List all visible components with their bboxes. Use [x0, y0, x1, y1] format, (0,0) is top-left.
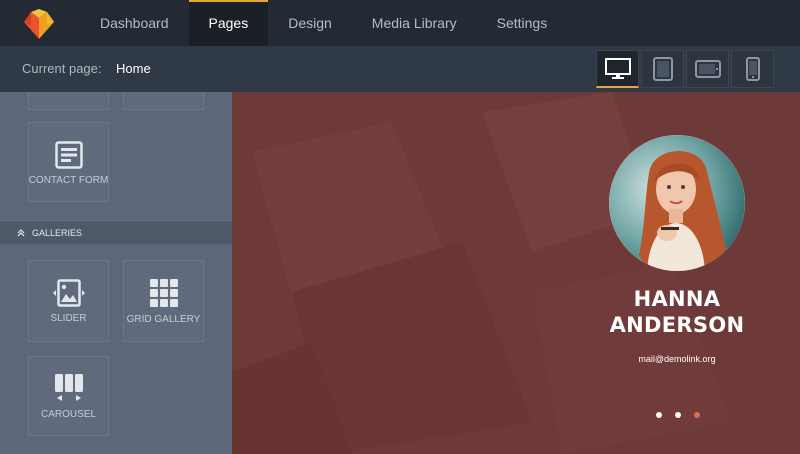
carousel-icon — [54, 374, 83, 401]
tablet-landscape-view-button[interactable] — [686, 50, 729, 88]
nav-settings[interactable]: Settings — [477, 0, 568, 46]
page-preview-canvas[interactable]: HANNA ANDERSON mail@demolink.org — [232, 92, 800, 454]
current-page-label: Current page: — [22, 61, 102, 76]
tablet-view-button[interactable] — [641, 50, 684, 88]
app-logo-icon[interactable] — [22, 8, 56, 40]
block-tile[interactable] — [28, 92, 109, 110]
contact-form-icon — [54, 141, 83, 169]
mobile-icon — [745, 57, 760, 81]
nav-pages[interactable]: Pages — [188, 0, 269, 46]
desktop-view-button[interactable] — [596, 50, 639, 88]
grid-gallery-icon — [149, 279, 178, 307]
slider-icon — [52, 279, 85, 307]
tablet-icon — [652, 57, 673, 81]
tablet-landscape-icon — [694, 60, 721, 78]
profile-photo — [609, 135, 745, 271]
main-nav: Dashboard Pages Design Media Library Set… — [80, 0, 567, 46]
chevron-double-up-icon — [17, 228, 25, 236]
grid-gallery-block[interactable]: GRID GALLERY — [123, 260, 204, 342]
nav-media-library[interactable]: Media Library — [352, 0, 477, 46]
nav-design[interactable]: Design — [268, 0, 352, 46]
profile-avatar-image — [609, 135, 745, 271]
desktop-icon — [604, 57, 631, 79]
nav-dashboard[interactable]: Dashboard — [80, 0, 189, 46]
carousel-label: CAROUSEL — [40, 409, 96, 420]
galleries-section-label: GALLERIES — [32, 227, 83, 238]
profile-email[interactable]: mail@demolink.org — [592, 354, 762, 364]
block-tile[interactable] — [123, 92, 204, 110]
page-toolbar: Current page: Home — [0, 46, 800, 92]
mobile-view-button[interactable] — [731, 50, 774, 88]
device-switcher — [596, 50, 774, 88]
contact-form-label: CONTACT FORM — [28, 175, 109, 186]
slider-pagination — [656, 412, 700, 418]
slide-dot-3[interactable] — [694, 412, 700, 418]
slide-dot-1[interactable] — [656, 412, 662, 418]
grid-gallery-label: GRID GALLERY — [126, 314, 201, 325]
slider-label: SLIDER — [50, 313, 87, 324]
carousel-block[interactable]: CAROUSEL — [28, 356, 109, 436]
slide-dot-2[interactable] — [675, 412, 681, 418]
top-navigation-bar: Dashboard Pages Design Media Library Set… — [0, 0, 800, 46]
slider-block[interactable]: SLIDER — [28, 260, 109, 342]
galleries-section-header[interactable]: GALLERIES — [0, 220, 232, 244]
contact-form-block[interactable]: CONTACT FORM — [28, 122, 109, 202]
current-page-selector[interactable]: Home — [116, 61, 151, 76]
blocks-sidebar: CONTACT FORM GALLERIES SLIDER GRID GALLE… — [0, 92, 232, 454]
profile-name: HANNA ANDERSON — [609, 287, 745, 337]
